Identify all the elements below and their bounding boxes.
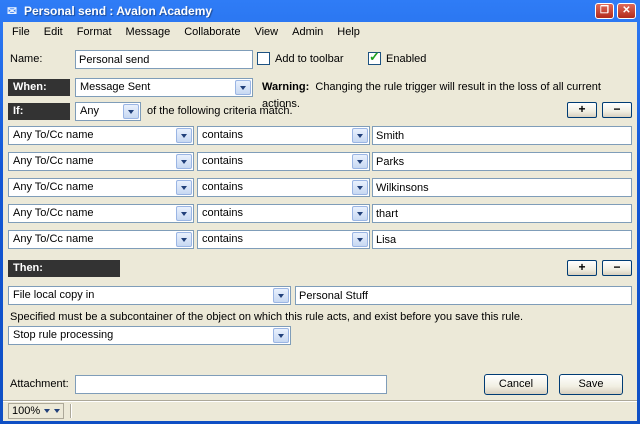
action-target-input[interactable]	[295, 286, 632, 305]
criteria-value-input[interactable]	[372, 204, 632, 223]
menu-file[interactable]: File	[5, 24, 37, 40]
stop-rule-select[interactable]: Stop rule processing	[8, 326, 291, 345]
window: ✉ Personal send : Avalon Academy ❐ ✕ Fil…	[0, 0, 640, 424]
chevron-down-icon	[44, 409, 50, 413]
cancel-button[interactable]: Cancel	[484, 374, 548, 395]
attachment-input[interactable]	[75, 375, 387, 394]
enabled-checkbox[interactable]: ✓	[368, 52, 381, 65]
remove-condition-button[interactable]: −	[602, 102, 632, 118]
chevron-down-icon	[352, 206, 368, 221]
menu-help[interactable]: Help	[330, 24, 367, 40]
criteria-field-select[interactable]: Any To/Cc name	[8, 204, 194, 223]
when-tag: When:	[8, 79, 70, 96]
criteria-field-select[interactable]: Any To/Cc name	[8, 178, 194, 197]
action-select[interactable]: File local copy in	[8, 286, 291, 305]
chevron-down-icon	[54, 409, 60, 413]
chevron-down-icon	[352, 154, 368, 169]
close-button[interactable]: ✕	[617, 3, 636, 19]
zoom-value: 100%	[12, 405, 40, 417]
chevron-down-icon	[273, 288, 289, 303]
chevron-down-icon	[176, 180, 192, 195]
criteria-value-input[interactable]	[372, 178, 632, 197]
chevron-down-icon	[235, 80, 251, 95]
when-select[interactable]: Message Sent	[75, 78, 253, 97]
window-icon: ✉	[4, 3, 20, 19]
chevron-down-icon	[176, 154, 192, 169]
menu-format[interactable]: Format	[70, 24, 119, 40]
criteria-value-input[interactable]	[372, 152, 632, 171]
remove-action-button[interactable]: −	[602, 260, 632, 276]
warning-label: Warning:	[262, 81, 309, 93]
enabled-label: Enabled	[386, 51, 426, 68]
chevron-down-icon	[352, 232, 368, 247]
warning-message: Changing the rule trigger will result in…	[262, 81, 601, 110]
name-input[interactable]	[75, 50, 253, 69]
criteria-operator-select[interactable]: contains	[197, 204, 370, 223]
menu-view[interactable]: View	[247, 24, 285, 40]
action-note: Specified must be a subcontainer of the …	[10, 310, 610, 324]
add-to-toolbar-label: Add to toolbar	[275, 51, 344, 68]
name-label: Name:	[10, 51, 42, 68]
status-bar: 100%	[3, 400, 637, 421]
add-action-button[interactable]: +	[567, 260, 597, 276]
title-bar: ✉ Personal send : Avalon Academy ❐ ✕	[0, 0, 640, 22]
menu-bar: File Edit Format Message Collaborate Vie…	[3, 22, 637, 41]
criteria-field-select[interactable]: Any To/Cc name	[8, 126, 194, 145]
criteria-operator-select[interactable]: contains	[197, 178, 370, 197]
chevron-down-icon	[176, 232, 192, 247]
chevron-down-icon	[273, 328, 289, 343]
criteria-value-input[interactable]	[372, 230, 632, 249]
save-button[interactable]: Save	[559, 374, 623, 395]
criteria-field-select[interactable]: Any To/Cc name	[8, 152, 194, 171]
add-to-toolbar-checkbox[interactable]	[257, 52, 270, 65]
criteria-operator-select[interactable]: contains	[197, 230, 370, 249]
then-tag: Then:	[8, 260, 120, 277]
window-title: Personal send : Avalon Academy	[24, 4, 592, 18]
checkmark-icon: ✓	[369, 50, 380, 63]
chevron-down-icon	[352, 128, 368, 143]
criteria-match-text: of the following criteria match.	[147, 103, 293, 120]
menu-message[interactable]: Message	[119, 24, 178, 40]
add-condition-button[interactable]: +	[567, 102, 597, 118]
chevron-down-icon	[123, 104, 139, 119]
zoom-control[interactable]: 100%	[8, 403, 64, 419]
chevron-down-icon	[176, 128, 192, 143]
criteria-field-select[interactable]: Any To/Cc name	[8, 230, 194, 249]
criteria-value-input[interactable]	[372, 126, 632, 145]
menu-edit[interactable]: Edit	[37, 24, 70, 40]
if-match-select[interactable]: Any	[75, 102, 141, 121]
chevron-down-icon	[352, 180, 368, 195]
criteria-operator-select[interactable]: contains	[197, 126, 370, 145]
maximize-button[interactable]: ❐	[595, 3, 614, 19]
criteria-operator-select[interactable]: contains	[197, 152, 370, 171]
menu-admin[interactable]: Admin	[285, 24, 330, 40]
status-divider	[70, 404, 71, 418]
attachment-label: Attachment:	[10, 376, 69, 393]
menu-collaborate[interactable]: Collaborate	[177, 24, 247, 40]
chevron-down-icon	[176, 206, 192, 221]
client-area: File Edit Format Message Collaborate Vie…	[3, 22, 637, 421]
if-tag: If:	[8, 103, 70, 120]
